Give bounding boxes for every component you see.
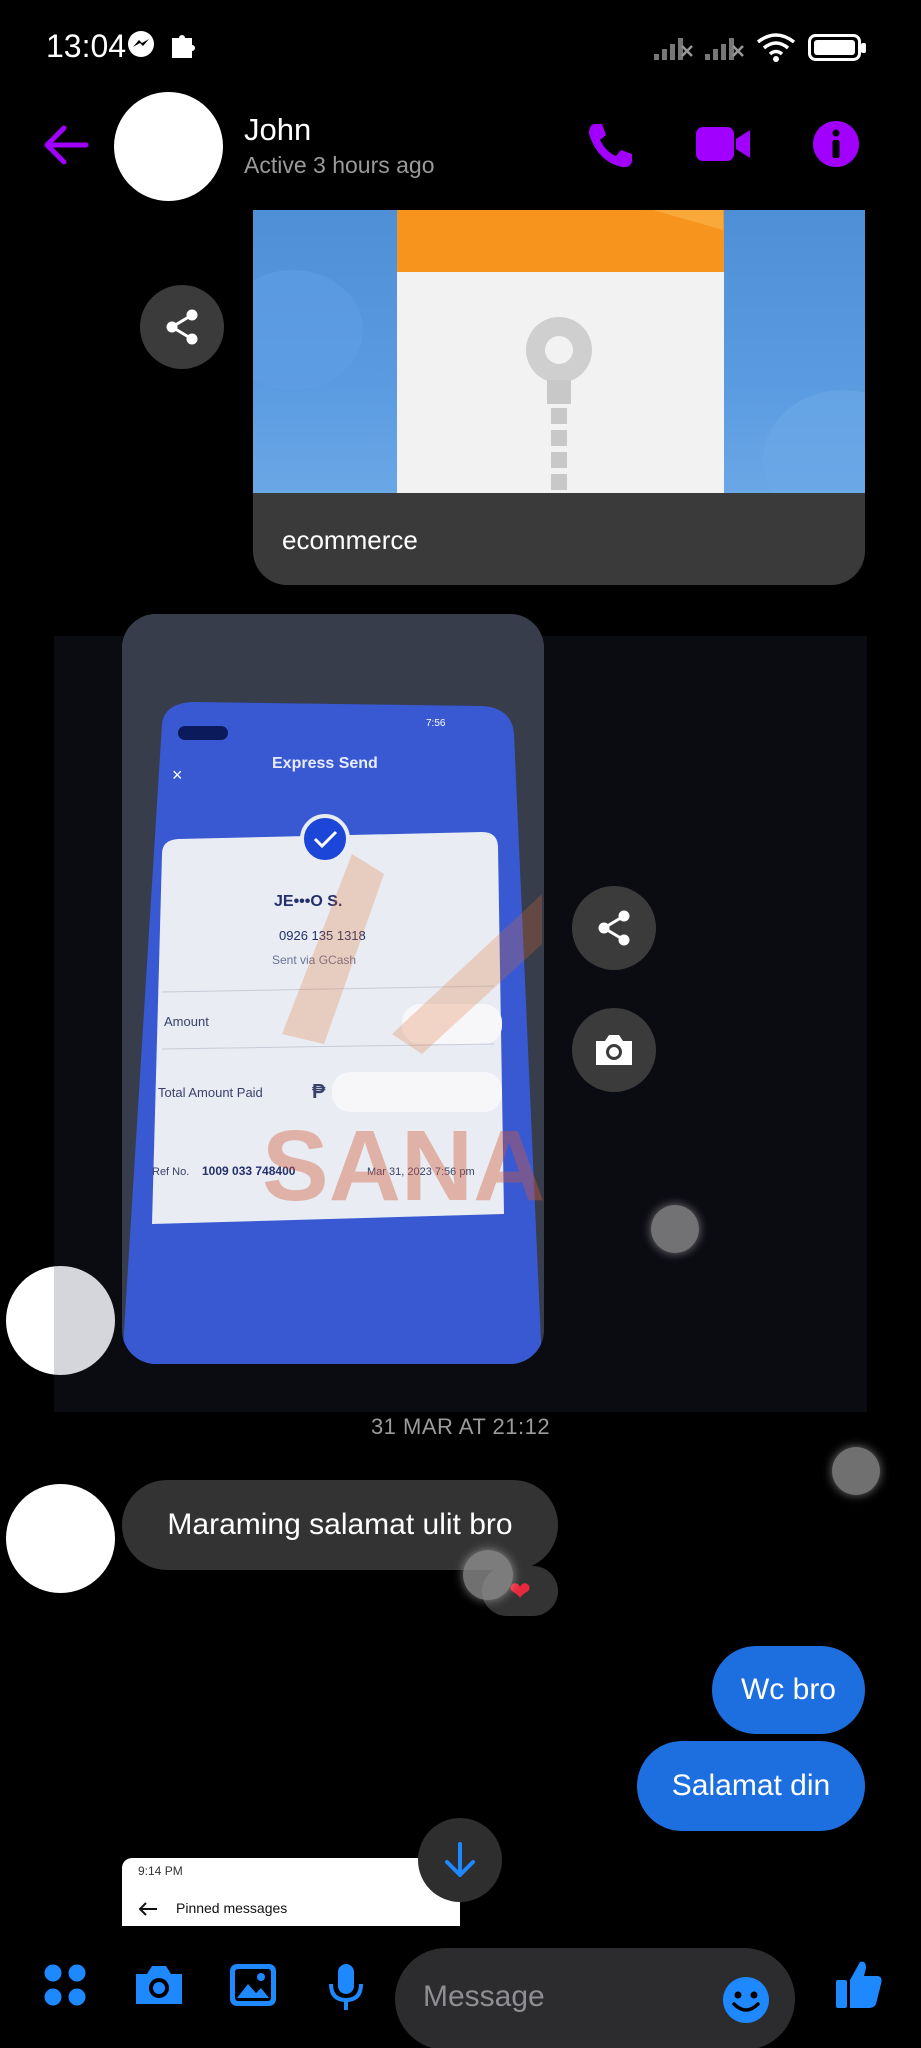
video-camera-icon[interactable] — [694, 124, 752, 164]
camera-icon — [596, 1035, 632, 1065]
wifi-icon — [756, 33, 796, 62]
outgoing-message[interactable]: Wc bro — [712, 1646, 865, 1734]
share-button[interactable] — [140, 285, 224, 369]
contact-avatar[interactable] — [114, 92, 223, 201]
emoji-icon[interactable] — [722, 1976, 770, 2024]
phone-icon[interactable] — [586, 120, 634, 170]
puzzle-icon — [172, 35, 195, 58]
battery-icon — [808, 34, 866, 61]
sender-avatar[interactable] — [6, 1484, 115, 1593]
message-input[interactable]: Message — [395, 1948, 795, 2048]
contact-name[interactable]: John — [244, 112, 311, 148]
back-arrow-icon[interactable] — [42, 124, 90, 166]
pinned-preview-time: 9:14 PM — [138, 1864, 183, 1878]
menu-grid-icon[interactable] — [42, 1962, 88, 2008]
svg-text:×: × — [172, 765, 183, 785]
share-icon — [598, 910, 630, 946]
photo-watermark: SANARA — [262, 1110, 544, 1222]
save-photo-button[interactable] — [572, 1008, 656, 1092]
photo-phone-time: 7:56 — [426, 718, 446, 729]
touch-indicator — [463, 1550, 513, 1600]
photo-currency-symbol: ₱ — [312, 1081, 326, 1103]
pinned-messages-preview[interactable]: 9:14 PM Pinned messages — [122, 1858, 460, 1926]
photo-total-label: Total Amount Paid — [158, 1085, 263, 1100]
sender-avatar[interactable] — [6, 1266, 115, 1375]
microphone-icon[interactable] — [326, 1962, 366, 2012]
gallery-icon[interactable] — [228, 1962, 278, 2008]
contact-status: Active 3 hours ago — [244, 152, 435, 178]
status-time: 13:04 — [46, 28, 127, 64]
thumbs-up-icon[interactable] — [834, 1958, 884, 2010]
file-name: ecommerce — [282, 525, 418, 555]
scroll-to-bottom-button[interactable] — [418, 1818, 502, 1902]
messenger-icon — [128, 31, 154, 57]
message-placeholder: Message — [423, 1980, 545, 2013]
back-arrow-icon — [138, 1902, 157, 1916]
share-photo-button[interactable] — [572, 886, 656, 970]
arrow-down-icon — [445, 1842, 475, 1877]
signal-off-icon — [654, 38, 693, 60]
payment-screenshot: 7:56 × Express Send JE•••O S. 0926 135 1… — [122, 614, 544, 1364]
photo-ref-label: Ref No. — [152, 1166, 189, 1178]
photo-header-title: Express Send — [272, 755, 378, 772]
share-icon — [166, 309, 198, 345]
touch-indicator — [651, 1205, 699, 1253]
signal-off-icon — [705, 38, 744, 60]
photo-amount-label: Amount — [164, 1014, 209, 1029]
file-attachment[interactable]: ecommerce — [253, 210, 865, 585]
message-timestamp: 31 MAR AT 21:12 — [370, 1414, 551, 1439]
photo-message[interactable]: 7:56 × Express Send JE•••O S. 0926 135 1… — [122, 614, 544, 1364]
zip-archive-icon — [253, 210, 865, 493]
touch-indicator — [832, 1447, 880, 1495]
file-thumbnail — [253, 210, 865, 493]
camera-icon[interactable] — [132, 1962, 186, 2008]
info-icon[interactable] — [812, 120, 860, 168]
pinned-preview-title: Pinned messages — [176, 1900, 288, 1916]
outgoing-message[interactable]: Salamat din — [637, 1741, 865, 1831]
